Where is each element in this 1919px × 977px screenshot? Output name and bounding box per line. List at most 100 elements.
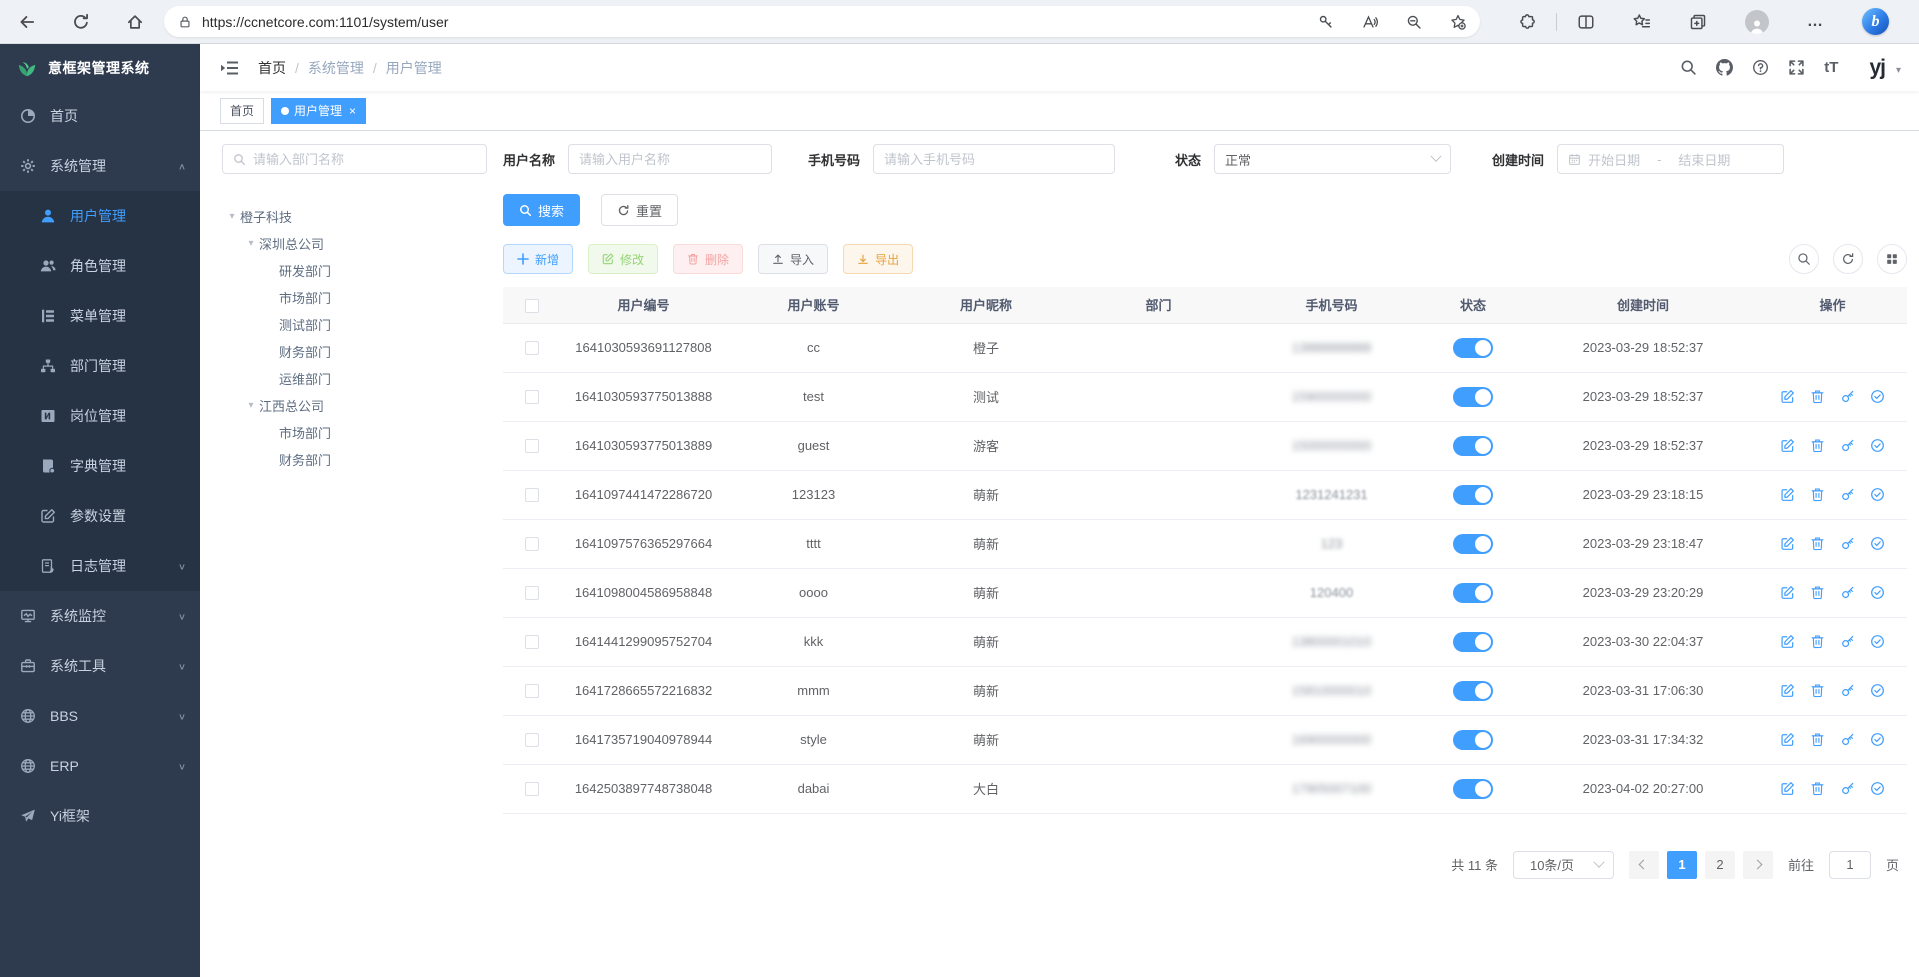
page-size-select[interactable]: 10条/页: [1513, 851, 1614, 879]
delete-icon[interactable]: [1810, 438, 1825, 453]
sidebar-item-home[interactable]: 首页: [0, 91, 200, 141]
edit-icon[interactable]: [1780, 438, 1795, 453]
next-page-button[interactable]: [1743, 851, 1773, 879]
tree-node-branch[interactable]: ▾深圳总公司: [222, 230, 487, 257]
address-bar[interactable]: https://ccnetcore.com:1101/system/user: [164, 6, 1480, 37]
delete-icon[interactable]: [1810, 683, 1825, 698]
assign-role-check-icon[interactable]: [1870, 634, 1885, 649]
favorites-icon[interactable]: [1633, 13, 1651, 31]
sidebar-item-dept-mgmt[interactable]: 部门管理: [0, 341, 200, 391]
assign-role-check-icon[interactable]: [1870, 487, 1885, 502]
tree-node-leaf[interactable]: 市场部门: [222, 284, 487, 311]
back-icon[interactable]: [18, 13, 36, 31]
row-checkbox[interactable]: [525, 537, 539, 551]
modify-button[interactable]: 修改: [588, 244, 658, 274]
edit-icon[interactable]: [1780, 487, 1795, 502]
delete-icon[interactable]: [1810, 781, 1825, 796]
status-toggle[interactable]: [1453, 338, 1493, 358]
row-checkbox[interactable]: [525, 586, 539, 600]
status-toggle[interactable]: [1453, 681, 1493, 701]
add-button[interactable]: 新增: [503, 244, 573, 274]
breadcrumb-home[interactable]: 首页: [258, 58, 286, 78]
status-toggle[interactable]: [1453, 583, 1493, 603]
date-range-picker[interactable]: 开始日期 - 结束日期: [1557, 144, 1784, 174]
reset-password-key-icon[interactable]: [1840, 438, 1855, 453]
reset-password-key-icon[interactable]: [1840, 634, 1855, 649]
prev-page-button[interactable]: [1629, 851, 1659, 879]
delete-icon[interactable]: [1810, 536, 1825, 551]
lock-icon[interactable]: [178, 15, 192, 29]
reset-password-key-icon[interactable]: [1840, 536, 1855, 551]
page-1-button[interactable]: 1: [1667, 851, 1697, 879]
dept-search-input[interactable]: [253, 152, 476, 167]
username-input[interactable]: [579, 152, 761, 167]
sidebar-item-log-mgmt[interactable]: 日志管理 ∨: [0, 541, 200, 591]
select-all-checkbox[interactable]: [525, 299, 539, 313]
row-checkbox[interactable]: [525, 488, 539, 502]
reset-password-key-icon[interactable]: [1840, 683, 1855, 698]
tree-node-leaf[interactable]: 财务部门: [222, 338, 487, 365]
sidebar-item-dict-mgmt[interactable]: 字典管理: [0, 441, 200, 491]
assign-role-check-icon[interactable]: [1870, 536, 1885, 551]
delete-icon[interactable]: [1810, 585, 1825, 600]
reset-password-key-icon[interactable]: [1840, 487, 1855, 502]
reset-password-key-icon[interactable]: [1840, 781, 1855, 796]
import-button[interactable]: 导入: [758, 244, 828, 274]
assign-role-check-icon[interactable]: [1870, 683, 1885, 698]
help-icon[interactable]: [1752, 59, 1769, 76]
sidebar-item-post-mgmt[interactable]: 岗位管理: [0, 391, 200, 441]
collections-icon[interactable]: [1689, 13, 1707, 31]
fullscreen-icon[interactable]: [1788, 59, 1805, 76]
status-select[interactable]: 正常: [1214, 144, 1451, 174]
reset-button[interactable]: 重置: [601, 194, 678, 226]
sidebar-item-yi-framework[interactable]: Yi框架: [0, 791, 200, 841]
sidebar-item-tools[interactable]: 系统工具 ∨: [0, 641, 200, 691]
assign-role-check-icon[interactable]: [1870, 438, 1885, 453]
tree-node-root[interactable]: ▾橙子科技: [222, 203, 487, 230]
assign-role-check-icon[interactable]: [1870, 732, 1885, 747]
tree-node-branch[interactable]: ▾江西总公司: [222, 392, 487, 419]
split-screen-icon[interactable]: [1577, 13, 1595, 31]
url-text[interactable]: https://ccnetcore.com:1101/system/user: [202, 14, 1318, 30]
edit-icon[interactable]: [1780, 683, 1795, 698]
sidebar-item-erp[interactable]: ERP ∨: [0, 741, 200, 791]
sidebar-item-user-mgmt[interactable]: 用户管理: [0, 191, 200, 241]
row-checkbox[interactable]: [525, 439, 539, 453]
row-checkbox[interactable]: [525, 341, 539, 355]
close-icon[interactable]: ×: [349, 104, 356, 118]
row-checkbox[interactable]: [525, 635, 539, 649]
yj-logo[interactable]: yj: [1869, 55, 1885, 80]
columns-grid-button[interactable]: [1877, 244, 1907, 274]
search-circle-button[interactable]: [1789, 244, 1819, 274]
row-checkbox[interactable]: [525, 733, 539, 747]
collapse-sidebar-icon[interactable]: [220, 58, 240, 78]
page-2-button[interactable]: 2: [1705, 851, 1735, 879]
copilot-icon[interactable]: b: [1862, 8, 1889, 35]
search-button[interactable]: 搜索: [503, 194, 580, 226]
edit-icon[interactable]: [1780, 732, 1795, 747]
edit-icon[interactable]: [1780, 585, 1795, 600]
status-toggle[interactable]: [1453, 632, 1493, 652]
export-button[interactable]: 导出: [843, 244, 913, 274]
delete-icon[interactable]: [1810, 487, 1825, 502]
status-toggle[interactable]: [1453, 387, 1493, 407]
sidebar-item-role-mgmt[interactable]: 角色管理: [0, 241, 200, 291]
reset-password-key-icon[interactable]: [1840, 732, 1855, 747]
sidebar-item-monitor[interactable]: 系统监控 ∨: [0, 591, 200, 641]
refresh-circle-button[interactable]: [1833, 244, 1863, 274]
edit-icon[interactable]: [1780, 781, 1795, 796]
delete-icon[interactable]: [1810, 634, 1825, 649]
tree-node-leaf[interactable]: 市场部门: [222, 419, 487, 446]
edit-icon[interactable]: [1780, 536, 1795, 551]
sidebar-item-menu-mgmt[interactable]: 菜单管理: [0, 291, 200, 341]
row-checkbox[interactable]: [525, 390, 539, 404]
browser-menu-icon[interactable]: …: [1807, 17, 1824, 27]
search-icon[interactable]: [1680, 59, 1697, 76]
edit-icon[interactable]: [1780, 634, 1795, 649]
row-checkbox[interactable]: [525, 684, 539, 698]
tree-node-leaf[interactable]: 运维部门: [222, 365, 487, 392]
github-icon[interactable]: [1716, 59, 1733, 76]
delete-button[interactable]: 删除: [673, 244, 743, 274]
extensions-icon[interactable]: [1518, 13, 1536, 31]
sidebar-item-system[interactable]: 系统管理 ∧: [0, 141, 200, 191]
